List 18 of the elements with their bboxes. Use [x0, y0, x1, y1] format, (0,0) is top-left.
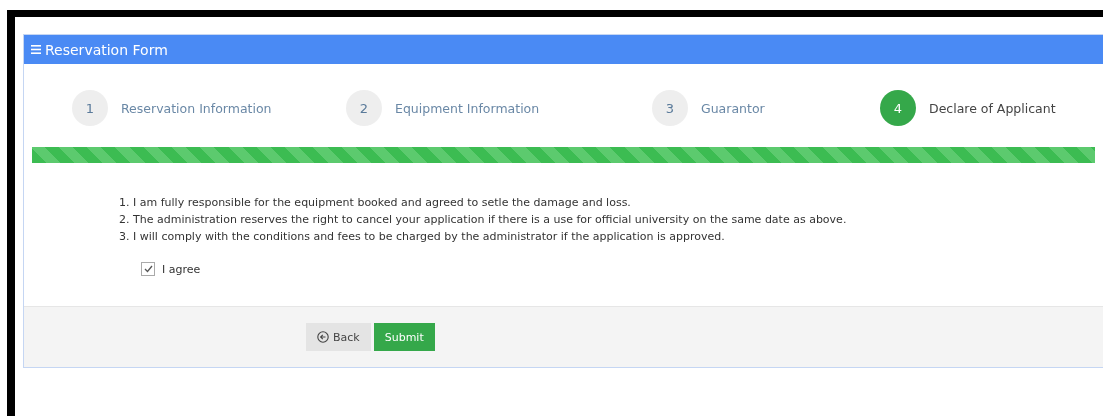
step-label[interactable]: Equipment Information — [395, 100, 540, 116]
submit-button[interactable]: Submit — [373, 323, 435, 351]
back-arrow-icon — [317, 331, 329, 343]
menu-icon — [31, 45, 41, 54]
step-label[interactable]: Reservation Information — [121, 100, 272, 116]
step-number[interactable]: 3 — [652, 90, 688, 126]
terms-item: 2. The administration reserves the right to cancel your application if there is a use for official university on the same date as above. — [119, 212, 848, 227]
step-label[interactable]: Declare of Applicant — [929, 100, 1056, 116]
step-label[interactable]: Guarantor — [701, 100, 765, 116]
panel-title: Reservation Form — [45, 41, 168, 58]
step-number[interactable]: 1 — [72, 90, 108, 126]
agree-checkbox[interactable] — [141, 262, 155, 276]
agree-label[interactable]: I agree — [162, 262, 201, 276]
back-button[interactable]: Back — [306, 323, 371, 351]
step-number[interactable]: 4 — [880, 90, 916, 126]
step-number[interactable]: 2 — [346, 90, 382, 126]
terms-item: 1. I am fully responsible for the equipment booked and agreed to setle the damage and loss. — [119, 195, 632, 210]
terms-item: 3. I will comply with the conditions and fees to be charged by the administrator if the application is approved. — [119, 229, 726, 244]
